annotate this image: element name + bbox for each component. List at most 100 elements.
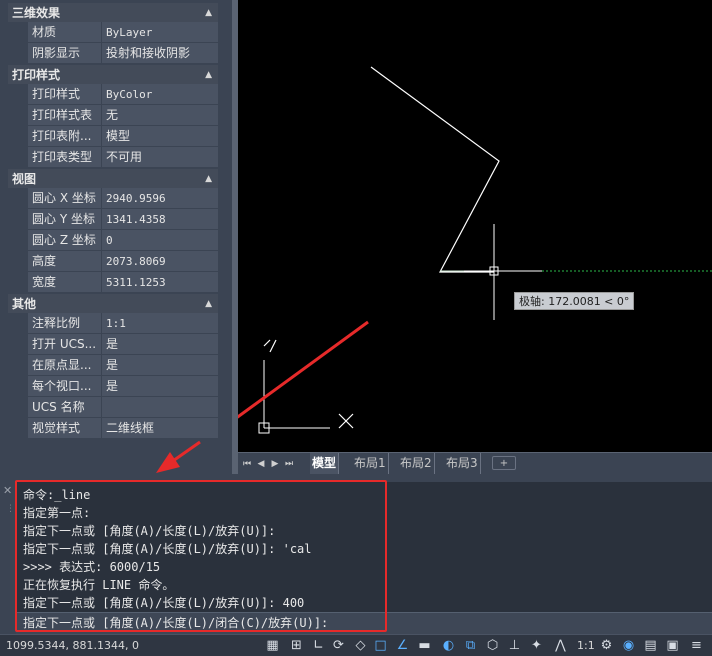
ortho-icon[interactable]: ∟ (310, 637, 327, 654)
row-gutter (8, 22, 28, 42)
next-tab-icon[interactable]: ▶ (268, 456, 282, 472)
property-name: 圆心 Z 坐标 (28, 230, 102, 250)
property-value[interactable]: 模型 (102, 126, 218, 146)
section-header[interactable]: 三维效果 ▲ (8, 2, 218, 22)
tab-layout1[interactable]: 布局1 (352, 453, 389, 474)
first-tab-icon[interactable]: ⏮ (240, 456, 254, 472)
properties-list: 三维效果 ▲ 材质 ByLayer 阴影显示 投射和接收阴影 打印样式 ▲ 打印样式 ByColo… (8, 2, 218, 439)
history-line: 正在恢复执行 LINE 命令。 (23, 578, 175, 592)
property-row[interactable]: 打印样式 ByColor (8, 84, 218, 105)
history-line: 指定下一点或 [角度(A)/长度(L)/放弃(U)]: 'cal (23, 542, 312, 556)
property-name: 在原点显... (28, 355, 102, 375)
close-icon[interactable]: ✕ (3, 485, 12, 497)
row-gutter (8, 188, 28, 208)
property-value[interactable]: ByColor (102, 84, 218, 104)
property-row[interactable]: 每个视口... 是 (8, 376, 218, 397)
collapse-icon[interactable]: ▲ (205, 294, 212, 314)
property-value[interactable]: 5311.1253 (102, 272, 218, 292)
property-row[interactable]: 打印样式表无 (8, 105, 218, 126)
property-value[interactable]: 2073.8069 (102, 251, 218, 271)
tab-layout2[interactable]: 布局2 (398, 453, 435, 474)
last-tab-icon[interactable]: ⏭ (282, 456, 296, 472)
polar-icon[interactable]: ⟳ (330, 637, 347, 654)
lineweight-icon[interactable]: ▬ (416, 637, 433, 654)
property-row[interactable]: 打印表类型 不可用 (8, 147, 218, 168)
section-header[interactable]: 视图 ▲ (8, 168, 218, 188)
tab-model[interactable]: 模型 (310, 453, 340, 474)
hardware-acceleration-icon[interactable]: ▤ (642, 637, 659, 654)
property-row[interactable]: 视觉样式 二维线框 (8, 418, 218, 439)
dynamic-ucs-icon[interactable]: ⊥ (506, 637, 523, 654)
history-line: >>>> 表达式: 6000/15 (23, 560, 161, 574)
polar-tooltip: 极轴: 172.0081 < 0° (514, 292, 635, 310)
property-row[interactable]: 高度 2073.8069 (8, 251, 218, 272)
transparency-icon[interactable]: ◐ (440, 637, 457, 654)
collapse-icon[interactable]: ▲ (205, 169, 212, 189)
annotation-scale-label[interactable]: 1:1 (577, 635, 595, 656)
workspace-icon[interactable]: ⚙ (598, 637, 615, 654)
section-title: 其他 (12, 297, 37, 311)
otrack-icon[interactable]: ∠ (394, 637, 411, 654)
snap-icon[interactable]: ⊞ (288, 637, 305, 654)
annotation-visibility-icon[interactable]: ✦ (528, 637, 545, 654)
property-value[interactable]: 投射和接收阴影 (102, 43, 218, 63)
property-name: 打印表类型 (28, 147, 102, 167)
property-row[interactable]: 阴影显示 投射和接收阴影 (8, 43, 218, 64)
property-row[interactable]: 宽度 5311.1253 (8, 272, 218, 293)
annotation-scale-icon[interactable]: ⋀ (552, 637, 569, 654)
prev-tab-icon[interactable]: ◀ (254, 456, 268, 472)
property-name: 宽度 (28, 272, 102, 292)
property-name: 视觉样式 (28, 418, 102, 438)
command-history: 命令:_line 指定第一点: 指定下一点或 [角度(A)/长度(L)/放弃(U)]… (16, 482, 712, 612)
property-name: 打开 UCS... (28, 334, 102, 354)
property-row[interactable]: 打印表附... 模型 (8, 126, 218, 147)
property-row[interactable]: 在原点显... 是 (8, 355, 218, 376)
property-value[interactable]: 是 (102, 334, 218, 354)
property-row[interactable]: UCS 名称 (8, 397, 218, 418)
property-value[interactable]: 2940.9596 (102, 188, 218, 208)
collapse-icon[interactable]: ▲ (205, 65, 212, 85)
clean-screen-icon[interactable]: ▣ (664, 637, 681, 654)
section-header[interactable]: 打印样式 ▲ (8, 64, 218, 84)
drawing-canvas[interactable]: 极轴: 172.0081 < 0° (238, 0, 712, 452)
property-value[interactable]: 不可用 (102, 147, 218, 167)
row-gutter (8, 126, 28, 146)
status-bar: 1099.5344, 881.1344, 0 ▦ ⊞ ∟ ⟳ ◇ □ ∠ ▬ ◐ ⧉ ⬡ ⊥ ✦ ⋀ ⚙ ◉ ▤… (0, 634, 712, 656)
ucs-icon (258, 339, 354, 434)
property-row[interactable]: 打开 UCS... 是 (8, 334, 218, 355)
property-value[interactable] (102, 397, 218, 417)
selection-cycling-icon[interactable]: ⧉ (462, 637, 479, 654)
coordinates-readout[interactable]: 1099.5344, 881.1344, 0 (6, 635, 139, 656)
property-value[interactable]: ByLayer (102, 22, 218, 42)
section-header[interactable]: 其他 ▲ (8, 293, 218, 313)
property-row[interactable]: 注释比例 1:1 (8, 313, 218, 334)
osnap-icon[interactable]: □ (372, 637, 389, 654)
property-value[interactable]: 二维线框 (102, 418, 218, 438)
history-line: 命令:_line (23, 488, 91, 502)
grip-icon[interactable]: ⋮ (6, 504, 15, 514)
collapse-icon[interactable]: ▲ (205, 3, 212, 23)
property-row[interactable]: 圆心 Y 坐标 1341.4358 (8, 209, 218, 230)
command-input[interactable]: 指定下一点或 [角度(A)/长度(L)/闭合(C)/放弃(U)]: (16, 612, 712, 634)
customize-icon[interactable]: ≡ (688, 637, 705, 654)
line-segments[interactable] (370, 66, 500, 273)
property-row[interactable]: 圆心 X 坐标 2940.9596 (8, 188, 218, 209)
isodraft-icon[interactable]: ◇ (352, 637, 369, 654)
property-value[interactable]: 1:1 (102, 313, 218, 333)
property-row[interactable]: 材质 ByLayer (8, 22, 218, 43)
property-value[interactable]: 无 (102, 105, 218, 125)
property-row[interactable]: 圆心 Z 坐标 0 (8, 230, 218, 251)
grid-icon[interactable]: ▦ (264, 637, 281, 654)
add-layout-button[interactable]: + (492, 456, 516, 470)
property-name: 圆心 X 坐标 (28, 188, 102, 208)
property-value[interactable]: 1341.4358 (102, 209, 218, 229)
command-prompt[interactable]: 指定下一点或 [角度(A)/长度(L)/闭合(C)/放弃(U)]: (23, 613, 712, 633)
isolate-icon[interactable]: ◉ (620, 637, 637, 654)
property-value[interactable]: 是 (102, 355, 218, 375)
3d-osnap-icon[interactable]: ⬡ (484, 637, 501, 654)
property-value[interactable]: 是 (102, 376, 218, 396)
property-value[interactable]: 0 (102, 230, 218, 250)
drawing-svg (238, 66, 712, 434)
command-window-handle[interactable]: ✕ ⋮ (0, 482, 16, 634)
tab-layout3[interactable]: 布局3 (444, 453, 481, 474)
